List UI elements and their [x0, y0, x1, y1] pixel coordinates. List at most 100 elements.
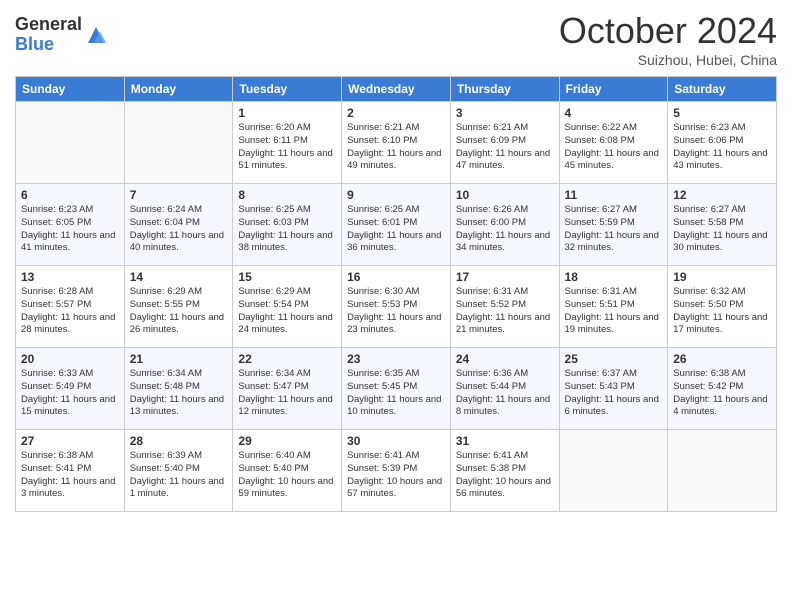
day-number: 24	[456, 352, 554, 366]
day-cell-4: 4 Sunrise: 6:22 AM Sunset: 6:08 PM Daylig…	[559, 102, 668, 184]
day-cell-2: 2 Sunrise: 6:21 AM Sunset: 6:10 PM Daylig…	[342, 102, 451, 184]
day-number: 1	[238, 106, 336, 120]
calendar-table: SundayMondayTuesdayWednesdayThursdayFrid…	[15, 76, 777, 512]
day-number: 27	[21, 434, 119, 448]
cell-info: Sunrise: 6:34 AM Sunset: 5:48 PM Dayligh…	[130, 368, 228, 419]
week-row-4: 20 Sunrise: 6:33 AM Sunset: 5:49 PM Dayli…	[16, 348, 777, 430]
logo: General Blue	[15, 15, 108, 55]
day-number: 4	[565, 106, 663, 120]
day-header-saturday: Saturday	[668, 77, 777, 102]
cell-info: Sunrise: 6:28 AM Sunset: 5:57 PM Dayligh…	[21, 286, 119, 337]
day-number: 12	[673, 188, 771, 202]
day-cell-31: 31 Sunrise: 6:41 AM Sunset: 5:38 PM Dayli…	[450, 430, 559, 512]
day-cell-21: 21 Sunrise: 6:34 AM Sunset: 5:48 PM Dayli…	[124, 348, 233, 430]
day-cell-20: 20 Sunrise: 6:33 AM Sunset: 5:49 PM Dayli…	[16, 348, 125, 430]
day-cell-28: 28 Sunrise: 6:39 AM Sunset: 5:40 PM Dayli…	[124, 430, 233, 512]
day-number: 2	[347, 106, 445, 120]
day-number: 8	[238, 188, 336, 202]
cell-info: Sunrise: 6:33 AM Sunset: 5:49 PM Dayligh…	[21, 368, 119, 419]
day-number: 21	[130, 352, 228, 366]
cell-info: Sunrise: 6:26 AM Sunset: 6:00 PM Dayligh…	[456, 204, 554, 255]
day-cell-5: 5 Sunrise: 6:23 AM Sunset: 6:06 PM Daylig…	[668, 102, 777, 184]
day-cell-11: 11 Sunrise: 6:27 AM Sunset: 5:59 PM Dayli…	[559, 184, 668, 266]
calendar-container: General Blue October 2024 Suizhou, Hubei…	[0, 0, 792, 612]
day-cell-26: 26 Sunrise: 6:38 AM Sunset: 5:42 PM Dayli…	[668, 348, 777, 430]
day-cell-22: 22 Sunrise: 6:34 AM Sunset: 5:47 PM Dayli…	[233, 348, 342, 430]
location-subtitle: Suizhou, Hubei, China	[559, 52, 777, 68]
day-number: 20	[21, 352, 119, 366]
day-cell-30: 30 Sunrise: 6:41 AM Sunset: 5:39 PM Dayli…	[342, 430, 451, 512]
day-number: 29	[238, 434, 336, 448]
day-cell-29: 29 Sunrise: 6:40 AM Sunset: 5:40 PM Dayli…	[233, 430, 342, 512]
empty-cell	[559, 430, 668, 512]
cell-info: Sunrise: 6:22 AM Sunset: 6:08 PM Dayligh…	[565, 122, 663, 173]
day-header-friday: Friday	[559, 77, 668, 102]
day-number: 11	[565, 188, 663, 202]
cell-info: Sunrise: 6:27 AM Sunset: 5:58 PM Dayligh…	[673, 204, 771, 255]
cell-info: Sunrise: 6:34 AM Sunset: 5:47 PM Dayligh…	[238, 368, 336, 419]
header-row: SundayMondayTuesdayWednesdayThursdayFrid…	[16, 77, 777, 102]
cell-info: Sunrise: 6:31 AM Sunset: 5:51 PM Dayligh…	[565, 286, 663, 337]
day-cell-15: 15 Sunrise: 6:29 AM Sunset: 5:54 PM Dayli…	[233, 266, 342, 348]
day-cell-14: 14 Sunrise: 6:29 AM Sunset: 5:55 PM Dayli…	[124, 266, 233, 348]
day-cell-27: 27Sunrise: 6:38 AM Sunset: 5:41 PM Dayli…	[16, 430, 125, 512]
title-section: October 2024 Suizhou, Hubei, China	[559, 10, 777, 68]
cell-info: Sunrise: 6:36 AM Sunset: 5:44 PM Dayligh…	[456, 368, 554, 419]
day-cell-12: 12 Sunrise: 6:27 AM Sunset: 5:58 PM Dayli…	[668, 184, 777, 266]
cell-info: Sunrise: 6:23 AM Sunset: 6:05 PM Dayligh…	[21, 204, 119, 255]
cell-info: Sunrise: 6:20 AM Sunset: 6:11 PM Dayligh…	[238, 122, 336, 173]
day-number: 15	[238, 270, 336, 284]
day-number: 19	[673, 270, 771, 284]
month-title: October 2024	[559, 10, 777, 52]
day-cell-9: 9Sunrise: 6:25 AM Sunset: 6:01 PM Daylig…	[342, 184, 451, 266]
day-number: 3	[456, 106, 554, 120]
cell-info: Sunrise: 6:25 AM Sunset: 6:03 PM Dayligh…	[238, 204, 336, 255]
week-row-3: 13Sunrise: 6:28 AM Sunset: 5:57 PM Dayli…	[16, 266, 777, 348]
cell-info: Sunrise: 6:29 AM Sunset: 5:54 PM Dayligh…	[238, 286, 336, 337]
empty-cell	[668, 430, 777, 512]
day-cell-13: 13Sunrise: 6:28 AM Sunset: 5:57 PM Dayli…	[16, 266, 125, 348]
cell-info: Sunrise: 6:27 AM Sunset: 5:59 PM Dayligh…	[565, 204, 663, 255]
day-number: 25	[565, 352, 663, 366]
day-cell-6: 6Sunrise: 6:23 AM Sunset: 6:05 PM Daylig…	[16, 184, 125, 266]
cell-info: Sunrise: 6:30 AM Sunset: 5:53 PM Dayligh…	[347, 286, 445, 337]
cell-info: Sunrise: 6:40 AM Sunset: 5:40 PM Dayligh…	[238, 450, 336, 501]
cell-info: Sunrise: 6:29 AM Sunset: 5:55 PM Dayligh…	[130, 286, 228, 337]
cell-info: Sunrise: 6:21 AM Sunset: 6:10 PM Dayligh…	[347, 122, 445, 173]
day-header-tuesday: Tuesday	[233, 77, 342, 102]
cell-info: Sunrise: 6:25 AM Sunset: 6:01 PM Dayligh…	[347, 204, 445, 255]
cell-info: Sunrise: 6:23 AM Sunset: 6:06 PM Dayligh…	[673, 122, 771, 173]
day-number: 5	[673, 106, 771, 120]
day-header-sunday: Sunday	[16, 77, 125, 102]
day-cell-24: 24 Sunrise: 6:36 AM Sunset: 5:44 PM Dayli…	[450, 348, 559, 430]
day-number: 30	[347, 434, 445, 448]
day-header-monday: Monday	[124, 77, 233, 102]
day-cell-1: 1 Sunrise: 6:20 AM Sunset: 6:11 PM Daylig…	[233, 102, 342, 184]
day-cell-25: 25 Sunrise: 6:37 AM Sunset: 5:43 PM Dayli…	[559, 348, 668, 430]
day-cell-7: 7Sunrise: 6:24 AM Sunset: 6:04 PM Daylig…	[124, 184, 233, 266]
cell-info: Sunrise: 6:21 AM Sunset: 6:09 PM Dayligh…	[456, 122, 554, 173]
cell-info: Sunrise: 6:41 AM Sunset: 5:39 PM Dayligh…	[347, 450, 445, 501]
day-number: 31	[456, 434, 554, 448]
cell-info: Sunrise: 6:37 AM Sunset: 5:43 PM Dayligh…	[565, 368, 663, 419]
logo-general: General	[15, 15, 82, 35]
logo-icon	[84, 23, 108, 47]
day-number: 14	[130, 270, 228, 284]
day-cell-17: 17Sunrise: 6:31 AM Sunset: 5:52 PM Dayli…	[450, 266, 559, 348]
week-row-1: 1 Sunrise: 6:20 AM Sunset: 6:11 PM Daylig…	[16, 102, 777, 184]
day-number: 28	[130, 434, 228, 448]
cell-info: Sunrise: 6:32 AM Sunset: 5:50 PM Dayligh…	[673, 286, 771, 337]
logo-text: General Blue	[15, 15, 82, 55]
cell-info: Sunrise: 6:41 AM Sunset: 5:38 PM Dayligh…	[456, 450, 554, 501]
day-number: 23	[347, 352, 445, 366]
day-header-thursday: Thursday	[450, 77, 559, 102]
day-number: 22	[238, 352, 336, 366]
cell-info: Sunrise: 6:38 AM Sunset: 5:42 PM Dayligh…	[673, 368, 771, 419]
empty-cell	[124, 102, 233, 184]
week-row-2: 6Sunrise: 6:23 AM Sunset: 6:05 PM Daylig…	[16, 184, 777, 266]
day-cell-3: 3 Sunrise: 6:21 AM Sunset: 6:09 PM Daylig…	[450, 102, 559, 184]
day-number: 26	[673, 352, 771, 366]
empty-cell	[16, 102, 125, 184]
cell-info: Sunrise: 6:31 AM Sunset: 5:52 PM Dayligh…	[456, 286, 554, 337]
cell-info: Sunrise: 6:39 AM Sunset: 5:40 PM Dayligh…	[130, 450, 228, 501]
